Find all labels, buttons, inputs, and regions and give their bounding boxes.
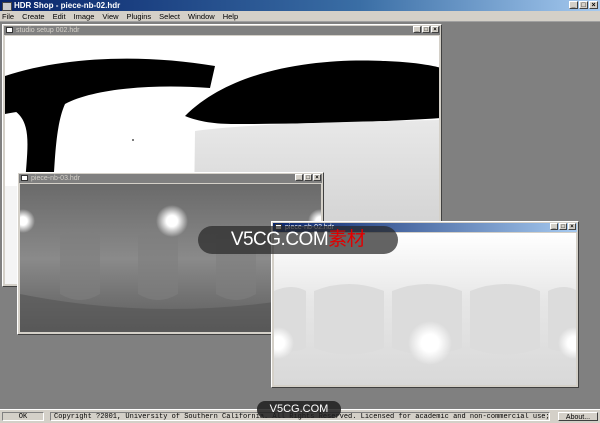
maximize-button[interactable]: □ bbox=[422, 26, 430, 33]
menu-file[interactable]: File bbox=[2, 12, 14, 21]
app-title: HDR Shop - piece-nb-02.hdr bbox=[14, 1, 121, 10]
app-window-controls: _ □ × bbox=[569, 1, 598, 9]
studio-setup-title: studio setup 002.hdr bbox=[16, 27, 80, 34]
about-button[interactable]: About... bbox=[558, 412, 598, 421]
close-button[interactable]: × bbox=[313, 174, 321, 181]
menu-create[interactable]: Create bbox=[22, 12, 45, 21]
app-icon bbox=[2, 2, 12, 11]
piece-02-hdr-picture bbox=[274, 233, 576, 385]
watermark-main-text: V5CG.COM bbox=[230, 229, 329, 250]
piece-nb-03-title: piece-nb-03.hdr bbox=[31, 175, 81, 182]
minimize-button[interactable]: _ bbox=[295, 174, 303, 181]
menu-edit[interactable]: Edit bbox=[53, 12, 66, 21]
minimize-button[interactable]: _ bbox=[550, 223, 558, 230]
maximize-button[interactable]: □ bbox=[579, 1, 588, 9]
menu-window[interactable]: Window bbox=[188, 12, 215, 21]
piece-nb-02-image[interactable] bbox=[274, 233, 576, 385]
minimize-button[interactable]: _ bbox=[413, 26, 421, 33]
studio-setup-title-bar[interactable]: studio setup 002.hdr _ □ × bbox=[4, 26, 440, 35]
close-button[interactable]: × bbox=[431, 26, 439, 33]
studio-window-controls: _ □ × bbox=[413, 26, 439, 33]
watermark-bottom: V5CG.COM bbox=[257, 401, 341, 418]
close-button[interactable]: × bbox=[568, 223, 576, 230]
piece-nb-03-title-bar[interactable]: piece-nb-03.hdr _ □ × bbox=[19, 174, 322, 183]
menu-image[interactable]: Image bbox=[74, 12, 95, 21]
maximize-button[interactable]: □ bbox=[559, 223, 567, 230]
menu-bar: File Create Edit Image View Plugins Sele… bbox=[0, 11, 600, 22]
menu-help[interactable]: Help bbox=[223, 12, 238, 21]
app-title-bar: HDR Shop - piece-nb-02.hdr _ □ × bbox=[0, 0, 600, 11]
piece02-window-controls: _ □ × bbox=[550, 223, 576, 230]
menu-select[interactable]: Select bbox=[159, 12, 180, 21]
status-ok: OK bbox=[2, 412, 44, 421]
maximize-button[interactable]: □ bbox=[304, 174, 312, 181]
watermark-main-red: 素材 bbox=[328, 229, 366, 250]
document-icon bbox=[21, 175, 28, 181]
document-icon bbox=[6, 27, 13, 33]
menu-plugins[interactable]: Plugins bbox=[127, 12, 152, 21]
close-button[interactable]: × bbox=[589, 1, 598, 9]
watermark-main: V5CG.COM素材 bbox=[198, 226, 398, 254]
minimize-button[interactable]: _ bbox=[569, 1, 578, 9]
piece03-window-controls: _ □ × bbox=[295, 174, 321, 181]
menu-view[interactable]: View bbox=[102, 12, 118, 21]
